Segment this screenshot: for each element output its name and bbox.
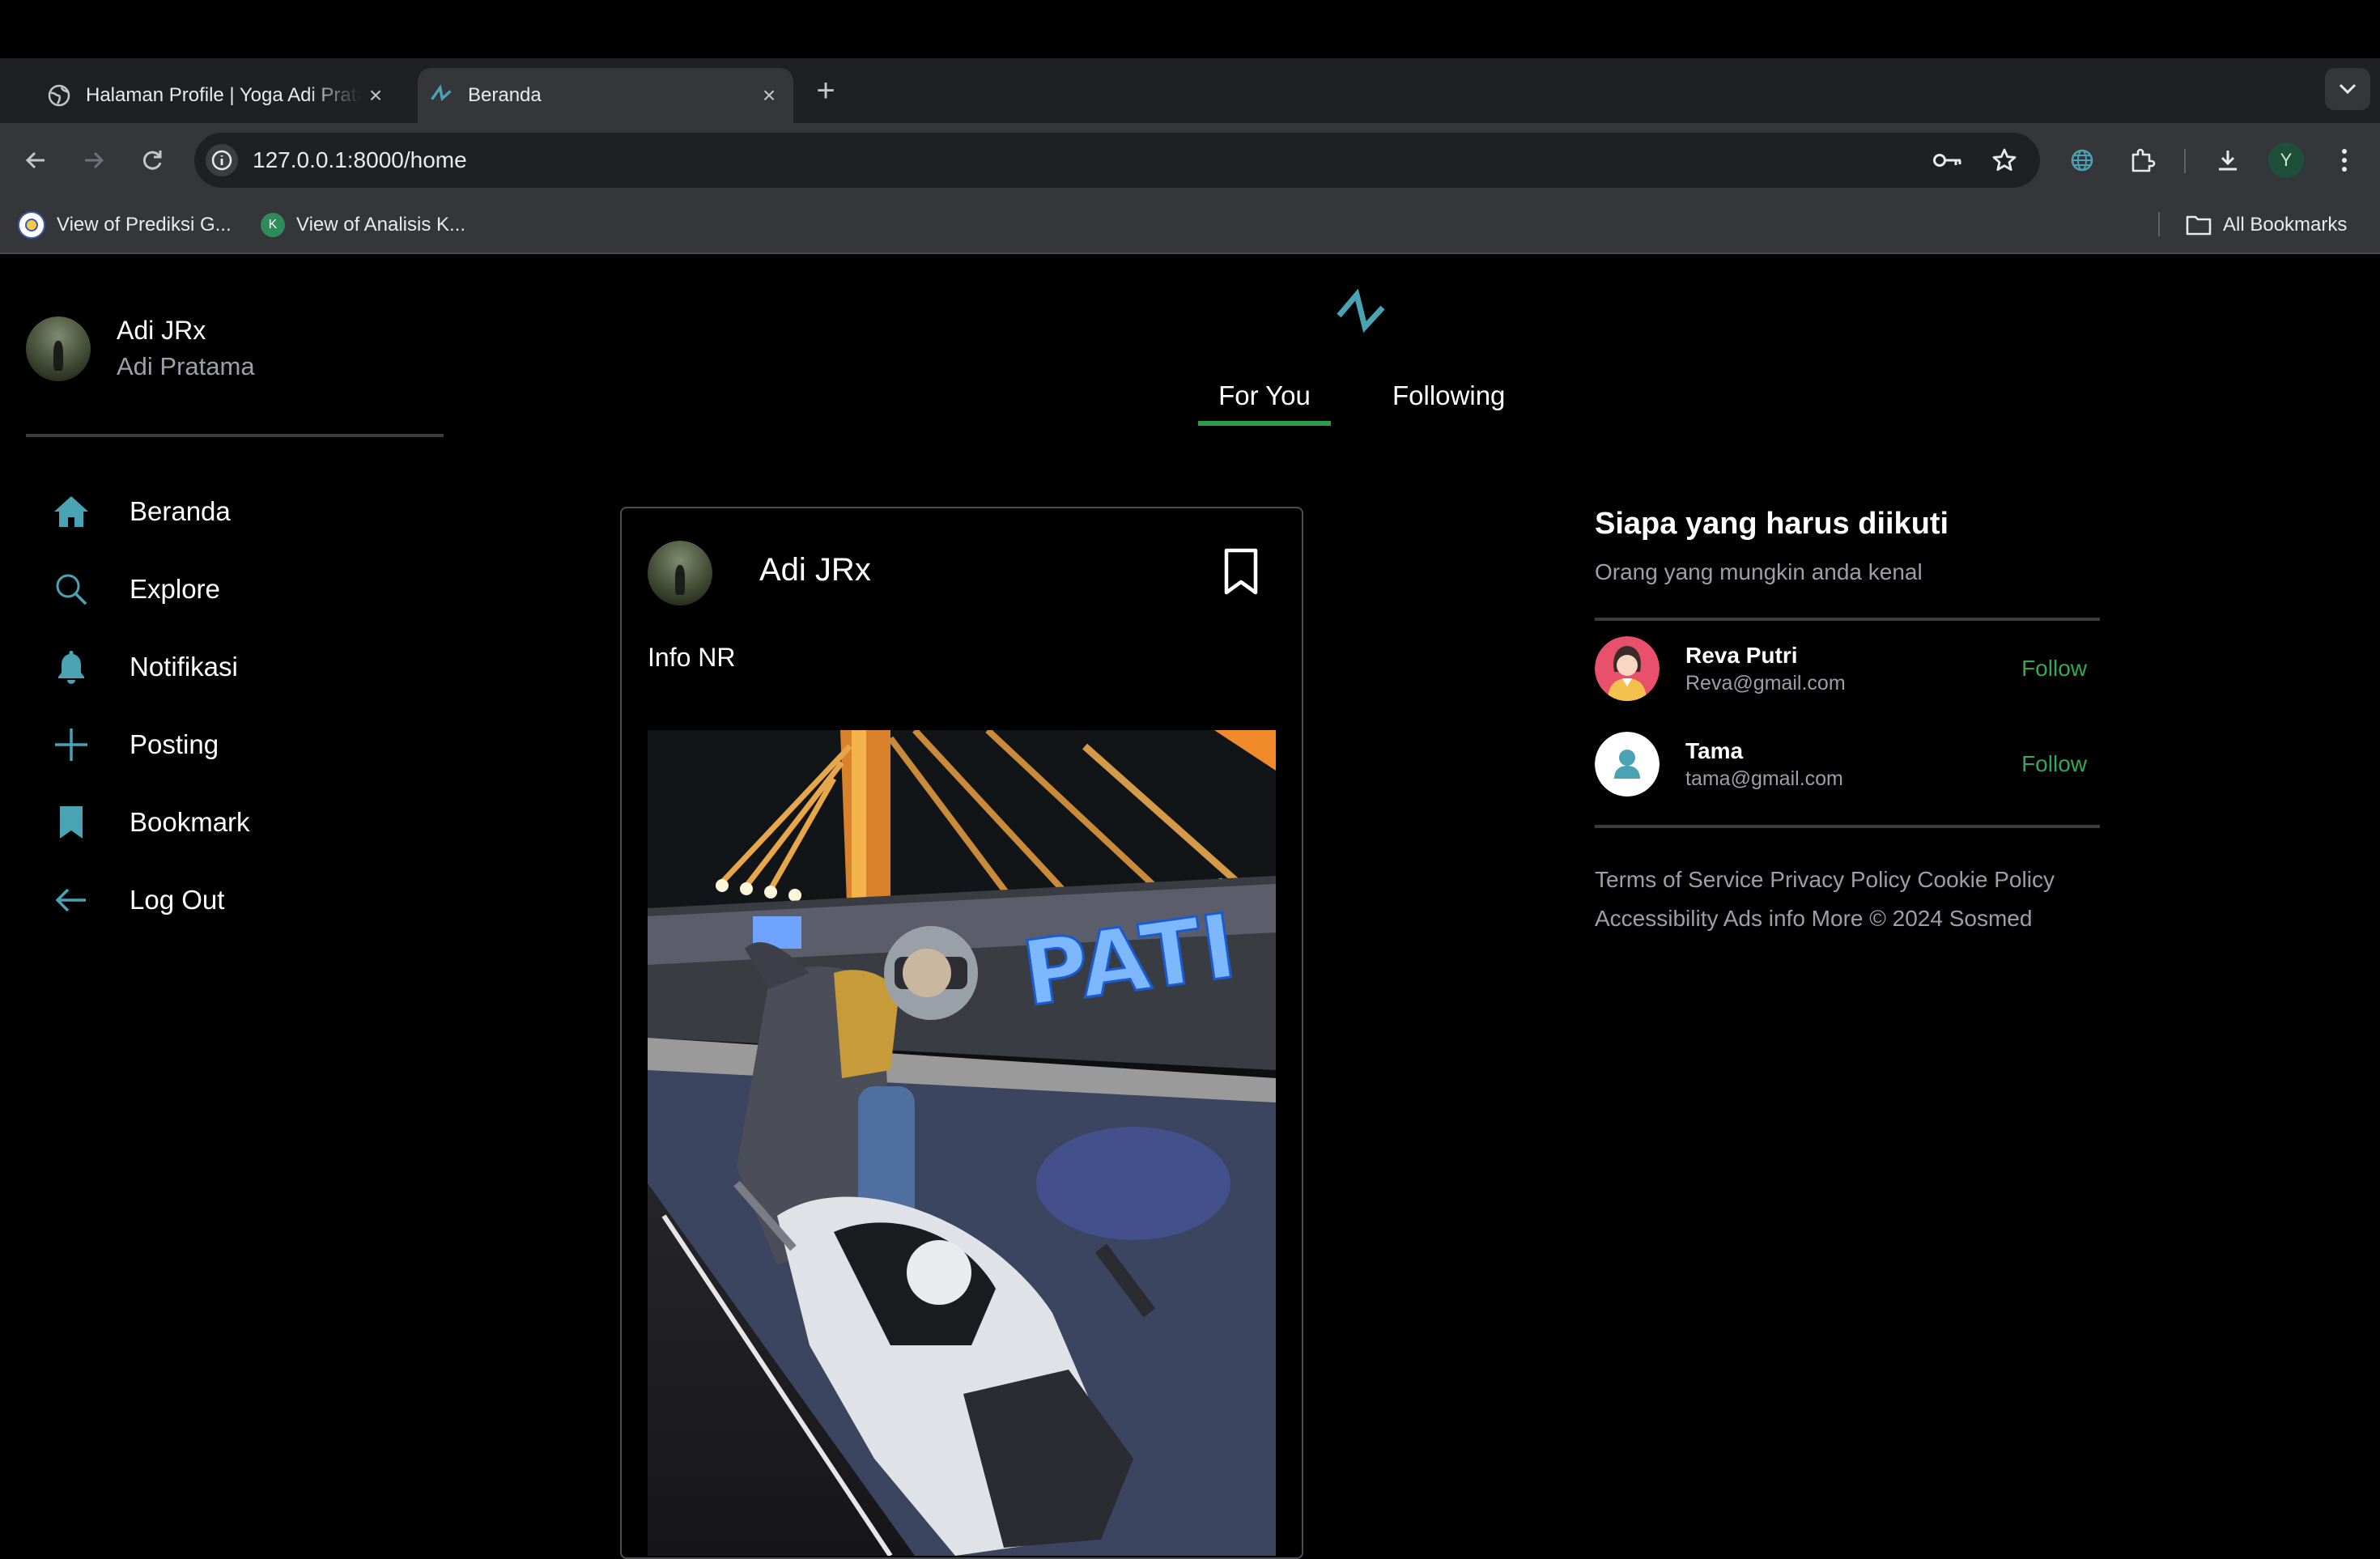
bell-icon <box>49 644 94 690</box>
panel-divider <box>1595 825 2100 828</box>
nav-bookmark[interactable]: Bookmark <box>49 784 250 861</box>
password-key-icon[interactable] <box>1928 141 1967 180</box>
bookmark-item[interactable]: K View of Analisis K... <box>261 210 465 240</box>
nav-label: Notifikasi <box>130 652 238 682</box>
sidebar-nav: Beranda Explore Notifikasi Posting Bookm… <box>49 473 250 939</box>
suggestion-row: Tama tama@gmail.com Follow <box>1595 716 2100 812</box>
current-user-card[interactable]: Adi JRx Adi Pratama <box>26 312 255 385</box>
suggestion-name[interactable]: Tama <box>1685 738 1843 764</box>
post-card: Adi JRx Info NR PATI <box>620 507 1303 1559</box>
nav-label: Explore <box>130 574 220 604</box>
panel-subtitle: Orang yang mungkin anda kenal <box>1595 559 1923 584</box>
sidebar-divider <box>26 434 444 437</box>
suggestion-email: Reva@gmail.com <box>1685 671 1846 695</box>
arrow-left-icon <box>49 877 94 923</box>
close-tab-icon[interactable]: × <box>361 81 390 110</box>
k-icon: K <box>261 213 285 237</box>
nav-notifikasi[interactable]: Notifikasi <box>49 628 250 706</box>
tab-title: Beranda <box>468 84 542 106</box>
download-icon[interactable] <box>2208 141 2247 180</box>
site-info-icon[interactable] <box>206 144 238 176</box>
tab-search-button[interactable] <box>2325 68 2370 110</box>
folder-icon <box>2186 215 2212 236</box>
search-icon <box>49 567 94 612</box>
bookmark-icon <box>49 800 94 845</box>
suggestion-name[interactable]: Reva Putri <box>1685 643 1846 669</box>
post-author-avatar[interactable] <box>648 541 712 605</box>
nav-posting[interactable]: Posting <box>49 706 250 784</box>
nav-label: Log Out <box>130 885 225 915</box>
tab-profile[interactable]: Halaman Profile | Yoga Adi Pratama × <box>36 68 400 123</box>
bookmarks-bar: View of Prediksi G... K View of Analisis… <box>0 198 2380 254</box>
seal-icon <box>18 211 45 239</box>
suggestion-email: tama@gmail.com <box>1685 767 1843 790</box>
tab-beranda[interactable]: Beranda × <box>418 68 793 123</box>
back-icon[interactable] <box>16 141 55 180</box>
nav-label: Posting <box>130 729 219 759</box>
profile-avatar[interactable]: Y <box>2268 142 2304 178</box>
extensions-puzzle-icon[interactable] <box>2123 141 2161 180</box>
more-menu-icon[interactable] <box>2325 141 2364 180</box>
forward-icon[interactable] <box>74 141 113 180</box>
browser-toolbar: 127.0.0.1:8000/home Y <box>0 123 2380 198</box>
footer-line[interactable]: Accessibility Ads info More © 2024 Sosme… <box>1595 899 2100 938</box>
star-bookmark-icon[interactable] <box>1985 141 2024 180</box>
user-avatar-icon[interactable] <box>1595 732 1660 796</box>
follow-button[interactable]: Follow <box>2021 656 2087 682</box>
post-text: Info NR <box>648 643 736 672</box>
url-text: 127.0.0.1:8000/home <box>253 147 467 172</box>
extension-globe-icon[interactable] <box>2063 141 2102 180</box>
bookmarks-separator <box>2158 212 2160 236</box>
all-bookmarks[interactable]: All Bookmarks <box>2186 210 2347 240</box>
reload-icon[interactable] <box>133 141 172 180</box>
bookmark-label: View of Analisis K... <box>296 214 465 236</box>
avatar <box>26 316 91 381</box>
site-logo-icon[interactable] <box>1334 288 1388 338</box>
user-avatar-icon[interactable] <box>1595 636 1660 701</box>
post-bookmark-icon[interactable] <box>1221 547 1261 596</box>
post-image[interactable]: PATI <box>648 730 1276 1556</box>
bookmark-item[interactable]: View of Prediksi G... <box>18 210 232 240</box>
who-to-follow-panel: Siapa yang harus diikuti Orang yang mung… <box>1595 507 2100 938</box>
window-top-bar <box>0 0 2380 58</box>
nav-explore[interactable]: Explore <box>49 550 250 628</box>
site-logo-icon <box>429 83 453 108</box>
globe-icon <box>47 83 71 108</box>
all-bookmarks-label: All Bookmarks <box>2223 214 2348 236</box>
address-bar[interactable]: 127.0.0.1:8000/home <box>194 133 2040 188</box>
footer-line[interactable]: Terms of Service Privacy Policy Cookie P… <box>1595 860 2100 899</box>
tab-following[interactable]: Following <box>1392 380 1505 411</box>
nav-label: Beranda <box>130 496 231 526</box>
toolbar-separator <box>2184 149 2186 173</box>
tab-for-you[interactable]: For You <box>1198 380 1331 426</box>
plus-icon <box>49 722 94 767</box>
nav-logout[interactable]: Log Out <box>49 861 250 939</box>
bookmark-label: View of Prediksi G... <box>57 214 232 236</box>
post-author[interactable]: Adi JRx <box>759 552 871 588</box>
follow-button[interactable]: Follow <box>2021 751 2087 777</box>
tab-strip: Halaman Profile | Yoga Adi Pratama × Ber… <box>0 58 2380 123</box>
close-tab-icon[interactable]: × <box>754 81 784 110</box>
tab-title: Halaman Profile | Yoga Adi Pratama <box>86 84 361 106</box>
user-fullname: Adi Pratama <box>117 352 255 380</box>
home-icon <box>49 489 94 534</box>
username: Adi JRx <box>117 316 206 345</box>
panel-title: Siapa yang harus diikuti <box>1595 507 1949 541</box>
nav-beranda[interactable]: Beranda <box>49 473 250 550</box>
nav-label: Bookmark <box>130 807 250 837</box>
new-tab-button[interactable]: + <box>808 73 844 108</box>
suggestion-row: Reva Putri Reva@gmail.com Follow <box>1595 621 2100 716</box>
footer-links[interactable]: Terms of Service Privacy Policy Cookie P… <box>1595 860 2100 938</box>
